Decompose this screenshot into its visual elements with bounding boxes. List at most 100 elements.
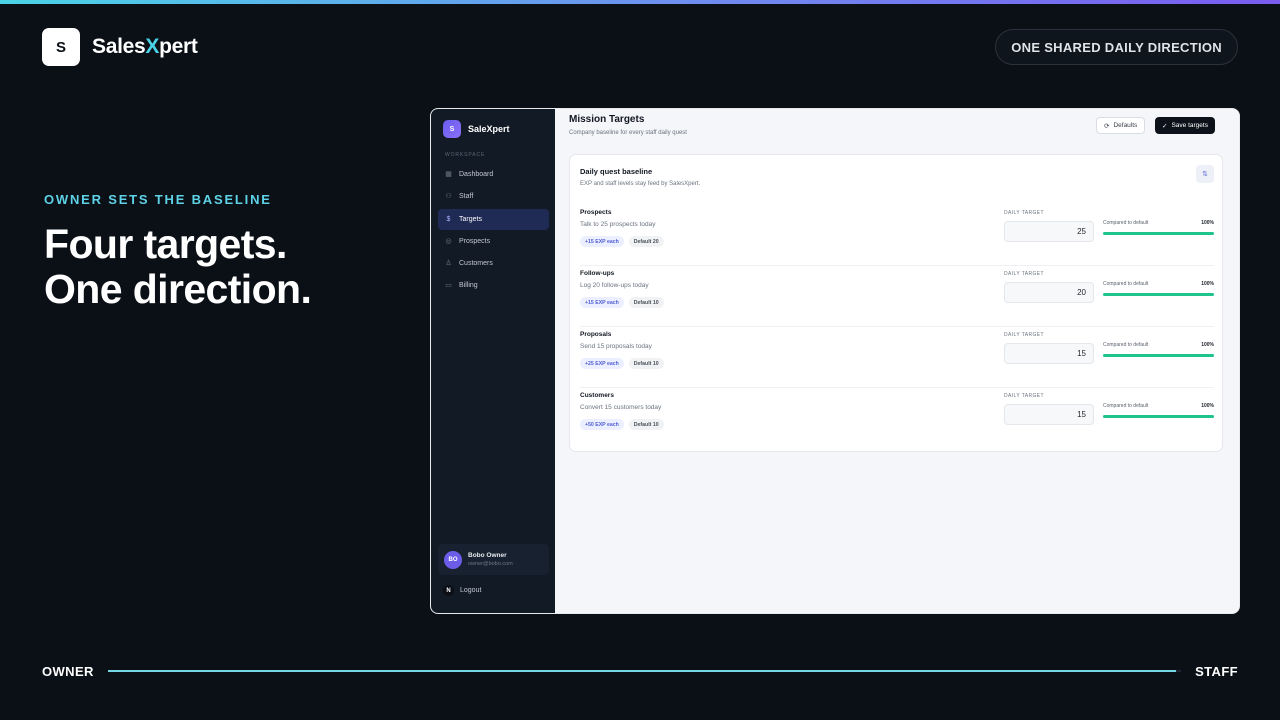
compare-bar-fill: [1103, 354, 1214, 357]
sidebar-item-label: Customers: [459, 260, 493, 268]
row-divider: [580, 265, 1214, 266]
compare-bar: [1103, 354, 1214, 357]
owner-staff-progress: OWNER STAFF: [42, 662, 1238, 680]
sidebar-item-targets[interactable]: $ Targets: [438, 208, 549, 230]
targets-icon: $: [446, 215, 451, 223]
target-row: Proposals Send 15 proposals today +25 EXP …: [580, 326, 1214, 383]
user-name: Bobo Owner: [468, 552, 507, 559]
hero-line-2: One direction.: [44, 266, 312, 312]
staff-icon: ⚇: [445, 193, 452, 201]
dashboard-icon: ▦: [445, 171, 452, 178]
save-targets-label: Save targets: [1171, 122, 1208, 129]
defaults-button[interactable]: ⟳ Defaults: [1096, 117, 1146, 134]
sidebar-brand[interactable]: S SaleXpert: [443, 120, 510, 138]
user-email: owner@bobo.com: [468, 561, 513, 567]
top-accent-strip: [0, 0, 1280, 4]
default-badge: Default 10: [628, 419, 664, 430]
target-description: Log 20 follow-ups today: [580, 282, 649, 289]
brand-name: SalesXpert: [92, 35, 198, 59]
brand-name-x: X: [145, 35, 160, 58]
default-badge: Default 10: [628, 297, 664, 308]
logout-button[interactable]: N Logout: [443, 585, 481, 596]
target-row: Prospects Talk to 25 prospects today +15 E…: [580, 209, 1214, 261]
sidebar-logo: S: [443, 120, 461, 138]
compare-label: Compared to default: [1103, 220, 1149, 226]
header-pill: ONE SHARED DAILY DIRECTION: [995, 29, 1238, 65]
compare-bar-fill: [1103, 232, 1214, 235]
sidebar-item-billing[interactable]: ▭ Billing: [438, 275, 549, 296]
daily-target-input[interactable]: 25: [1004, 221, 1094, 242]
user-card[interactable]: BO Bobo Owner owner@bobo.com: [438, 544, 549, 575]
target-description: Send 15 proposals today: [580, 343, 652, 350]
target-name: Prospects: [580, 209, 612, 216]
compare-percent: 100%: [1201, 403, 1214, 409]
sidebar: S SaleXpert WORKSPACE ▦ Dashboard ⚇ Staff $ T…: [431, 109, 555, 613]
target-tags: +15 EXP each Default 10: [580, 297, 664, 308]
sidebar-section-label: WORKSPACE: [445, 152, 486, 158]
daily-target-label: DAILY TARGET: [1004, 210, 1044, 216]
main-content: Mission Targets Company baseline for eve…: [555, 109, 1239, 613]
progress-left-label: OWNER: [42, 663, 94, 679]
sidebar-item-prospects[interactable]: ◎ Prospects: [438, 231, 549, 252]
hero-kicker: OWNER SETS THE BASELINE: [44, 192, 272, 207]
sidebar-item-label: Staff: [459, 193, 474, 201]
row-divider: [580, 387, 1214, 388]
compare-percent: 100%: [1201, 342, 1214, 348]
check-icon: ✓: [1162, 122, 1168, 130]
row-divider: [580, 326, 1214, 327]
daily-target-input[interactable]: 15: [1004, 404, 1094, 425]
sidebar-item-staff[interactable]: ⚇ Staff: [438, 186, 549, 207]
card-title: Daily quest baseline: [580, 167, 653, 176]
page-subtitle: Company baseline for every staff daily q…: [569, 130, 687, 136]
target-row: Follow-ups Log 20 follow-ups today +15 EXP…: [580, 265, 1214, 322]
compare-bar-fill: [1103, 415, 1214, 418]
sidebar-item-label: Dashboard: [459, 171, 494, 178]
baseline-card: Daily quest baseline EXP and staff level…: [569, 154, 1223, 452]
exp-badge: +15 EXP each: [580, 297, 624, 308]
compare-bar: [1103, 293, 1214, 296]
daily-target-input[interactable]: 20: [1004, 282, 1094, 303]
target-tags: +50 EXP each Default 10: [580, 419, 664, 430]
target-name: Customers: [580, 392, 614, 399]
brand-name-pre: Sales: [92, 35, 146, 58]
user-info: Bobo Owner owner@bobo.com: [468, 552, 513, 567]
compare-bar-fill: [1103, 293, 1214, 296]
sidebar-item-label: Targets: [459, 215, 482, 223]
exp-badge: +15 EXP each: [580, 236, 624, 247]
daily-target-label: DAILY TARGET: [1004, 393, 1044, 399]
settings-sliders-icon[interactable]: ⇅: [1196, 165, 1214, 183]
compare-label: Compared to default: [1103, 403, 1149, 409]
logout-label: Logout: [460, 587, 482, 594]
sidebar-item-customers[interactable]: ♙ Customers: [438, 253, 549, 274]
customers-icon: ♙: [445, 260, 452, 268]
progress-right-label: STAFF: [1195, 663, 1238, 679]
logout-icon: N: [443, 585, 454, 596]
exp-badge: +25 EXP each: [580, 358, 624, 369]
sidebar-item-label: Billing: [459, 282, 478, 290]
reset-icon: ⟳: [1104, 122, 1110, 130]
avatar: BO: [444, 550, 462, 569]
sidebar-item-dashboard[interactable]: ▦ Dashboard: [438, 164, 549, 185]
daily-target-label: DAILY TARGET: [1004, 332, 1044, 338]
save-targets-button[interactable]: ✓ Save targets: [1155, 117, 1215, 134]
brand: S SalesXpert: [42, 28, 198, 66]
default-badge: Default 20: [628, 236, 664, 247]
compare-bar: [1103, 232, 1214, 235]
sidebar-item-label: Prospects: [459, 237, 491, 245]
hero-headline: Four targets. One direction.: [44, 221, 312, 312]
target-description: Convert 15 customers today: [580, 404, 662, 411]
billing-icon: ▭: [445, 282, 452, 290]
sidebar-nav: ▦ Dashboard ⚇ Staff $ Targets ◎ Prospects ♙ Custo…: [438, 164, 549, 298]
target-row: Customers Convert 15 customers today +50 E…: [580, 387, 1214, 444]
target-description: Talk to 25 prospects today: [580, 221, 656, 228]
compare-label: Compared to default: [1103, 342, 1149, 348]
compare-bar: [1103, 415, 1214, 418]
daily-target-input[interactable]: 15: [1004, 343, 1094, 364]
compare-percent: 100%: [1201, 281, 1214, 287]
page-title: Mission Targets: [569, 114, 645, 125]
prospects-icon: ◎: [445, 237, 452, 245]
compare-label: Compared to default: [1103, 281, 1149, 287]
hero-line-1: Four targets.: [44, 221, 287, 267]
target-name: Follow-ups: [580, 270, 615, 277]
target-tags: +25 EXP each Default 10: [580, 358, 664, 369]
